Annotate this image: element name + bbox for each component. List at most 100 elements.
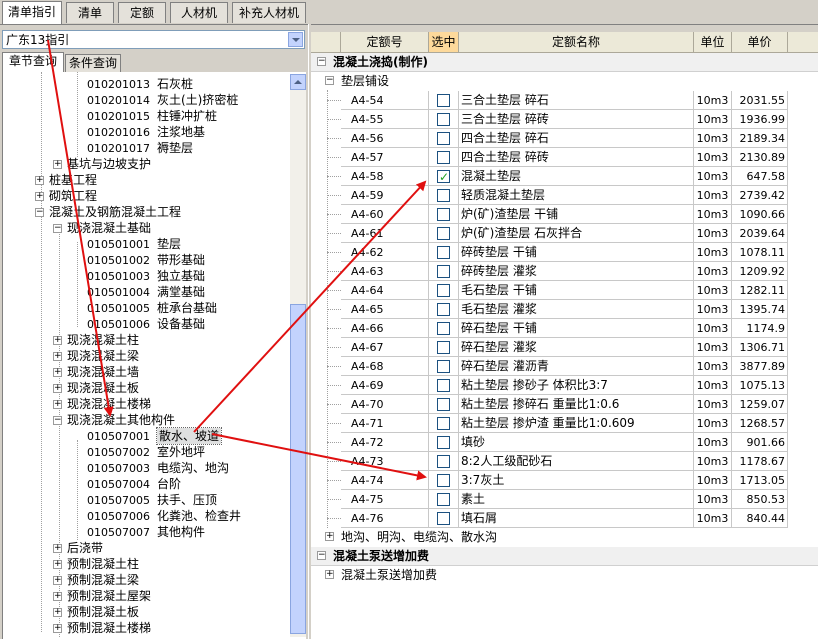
tree-item-selected[interactable]: 010507001 散水、坡道 [87,427,223,445]
select-checkbox[interactable] [437,436,450,449]
select-cell[interactable] [429,243,459,262]
select-cell[interactable] [429,129,459,148]
tree-item[interactable]: 010507002 室外地坪 [87,444,205,460]
select-cell[interactable] [429,414,459,433]
tree-item[interactable]: 010507003 电缆沟、地沟 [87,460,229,476]
subgroup-row[interactable]: + 混凝土泵送增加费 [311,566,818,584]
select-checkbox[interactable] [437,322,450,335]
tab-supplement-lmm[interactable]: 补充人材机 [232,2,306,23]
header-quota-code[interactable]: 定额号 [341,32,429,52]
select-checkbox[interactable] [437,341,450,354]
header-selected[interactable]: 选中 [429,32,459,52]
subgroup-row[interactable]: − 垫层铺设 [311,72,818,90]
tab-quota[interactable]: 定额 [118,2,166,23]
tree-item[interactable]: 010201014 灰土(土)挤密桩 [87,92,238,108]
chevron-down-icon[interactable] [288,32,303,47]
table-row[interactable]: A4-66 碎石垫层 干铺 10m3 1174.9 [311,319,818,338]
select-checkbox[interactable] [437,151,450,164]
tab-labor-material-machine[interactable]: 人材机 [170,2,228,23]
select-checkbox[interactable] [437,246,450,259]
table-row[interactable]: A4-59 轻质混凝土垫层 10m3 2739.42 [311,186,818,205]
tree-item[interactable]: 010201015 柱锤冲扩桩 [87,108,217,124]
expand-icon[interactable]: + [53,336,62,345]
tree-item[interactable]: 010501006 设备基础 [87,316,205,332]
table-row[interactable]: A4-68 碎石垫层 灌沥青 10m3 3877.89 [311,357,818,376]
tree-item[interactable]: 预制混凝土楼梯 [67,620,151,636]
table-row[interactable]: A4-56 四合土垫层 碎石 10m3 2189.34 [311,129,818,148]
expand-icon[interactable]: + [325,532,334,541]
expand-icon[interactable]: + [53,368,62,377]
tree-item[interactable]: 预制混凝土柱 [67,556,139,572]
expand-icon[interactable]: + [53,384,62,393]
expand-icon[interactable]: + [53,160,62,169]
select-checkbox[interactable] [437,398,450,411]
tree-item[interactable]: 010501001 垫层 [87,236,181,252]
table-row[interactable]: A4-71 粘土垫层 掺炉渣 重量比1:0.609 10m3 1268.57 [311,414,818,433]
select-cell[interactable] [429,471,459,490]
group-row[interactable]: − 混凝土泵送增加费 [311,547,818,566]
scroll-up-icon[interactable] [290,74,306,90]
tree-item[interactable]: 预制混凝土板 [67,604,139,620]
tab-list[interactable]: 清单 [66,2,114,23]
expand-icon[interactable]: + [53,624,62,633]
expand-icon[interactable]: + [53,608,62,617]
select-checkbox[interactable] [437,132,450,145]
scroll-thumb[interactable] [290,304,306,634]
table-row[interactable]: A4-54 三合土垫层 碎石 10m3 2031.55 [311,91,818,110]
select-cell[interactable] [429,300,459,319]
select-checkbox[interactable] [437,113,450,126]
table-row[interactable]: A4-63 碎砖垫层 灌浆 10m3 1209.92 [311,262,818,281]
expand-icon[interactable]: + [53,592,62,601]
tree-item[interactable]: 混凝土及钢筋混凝土工程 [49,204,181,220]
select-cell[interactable] [429,148,459,167]
collapse-icon[interactable]: − [317,551,326,560]
select-checkbox[interactable] [437,227,450,240]
tab-list-guide[interactable]: 清单指引 [2,1,62,24]
table-row[interactable]: A4-72 填砂 10m3 901.66 [311,433,818,452]
select-checkbox[interactable] [437,493,450,506]
expand-icon[interactable]: + [53,400,62,409]
expand-icon[interactable]: + [325,570,334,579]
select-checkbox[interactable] [437,360,450,373]
select-cell[interactable] [429,357,459,376]
tab-chapter-query[interactable]: 章节查询 [2,52,64,73]
tree-item[interactable]: 010507006 化粪池、检查井 [87,508,241,524]
tree-item[interactable]: 现浇混凝土板 [67,380,139,396]
select-cell[interactable] [429,338,459,357]
table-row[interactable]: A4-67 碎石垫层 灌浆 10m3 1306.71 [311,338,818,357]
select-checkbox[interactable] [437,94,450,107]
select-cell[interactable] [429,167,459,186]
select-cell[interactable] [429,490,459,509]
tree-item[interactable]: 010501002 带形基础 [87,252,205,268]
tree-item[interactable]: 桩基工程 [49,172,97,188]
select-checkbox[interactable] [437,265,450,278]
tree-item[interactable]: 010201017 褥垫层 [87,140,193,156]
collapse-icon[interactable]: − [53,224,62,233]
select-checkbox[interactable] [437,455,450,468]
tree-item[interactable]: 010501005 桩承台基础 [87,300,217,316]
tree-item[interactable]: 010201016 注浆地基 [87,124,205,140]
table-row[interactable]: A4-55 三合土垫层 碎砖 10m3 1936.99 [311,110,818,129]
tree-item[interactable]: 现浇混凝土楼梯 [67,396,151,412]
table-row[interactable]: A4-76 填石屑 10m3 840.44 [311,509,818,528]
expand-icon[interactable]: + [53,560,62,569]
table-row[interactable]: A4-69 粘土垫层 掺砂子 体积比3:7 10m3 1075.13 [311,376,818,395]
expand-icon[interactable]: + [53,352,62,361]
select-cell[interactable] [429,319,459,338]
header-unit[interactable]: 单位 [694,32,732,52]
select-checkbox[interactable] [437,512,450,525]
select-checkbox[interactable] [437,208,450,221]
select-cell[interactable] [429,205,459,224]
tree-item[interactable]: 预制混凝土屋架 [67,588,151,604]
select-cell[interactable] [429,509,459,528]
select-cell[interactable] [429,281,459,300]
tree-item[interactable]: 010201013 石灰桩 [87,76,193,92]
select-cell[interactable] [429,262,459,281]
select-cell[interactable] [429,433,459,452]
table-row[interactable]: A4-60 炉(矿)渣垫层 干铺 10m3 1090.66 [311,205,818,224]
expand-icon[interactable]: + [53,576,62,585]
group-row[interactable]: − 混凝土浇捣(制作) [311,53,818,72]
collapse-icon[interactable]: − [325,76,334,85]
expand-icon[interactable]: + [53,544,62,553]
select-checkbox[interactable] [437,284,450,297]
